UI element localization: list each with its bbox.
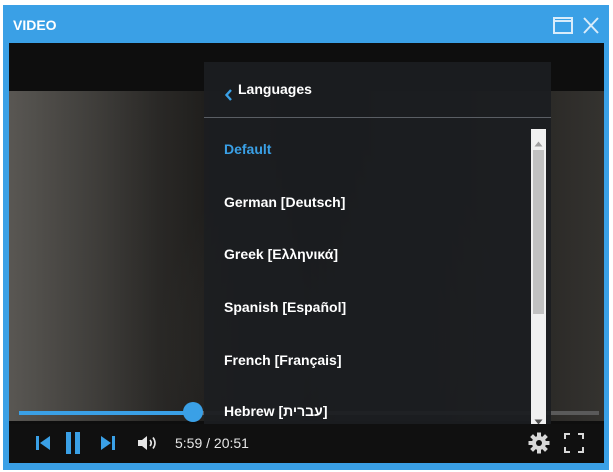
scroll-down-icon[interactable] — [534, 412, 543, 424]
language-item-default[interactable]: Default — [224, 141, 271, 157]
control-bar: 5:59 / 20:51 — [9, 424, 604, 463]
skip-forward-icon[interactable] — [100, 434, 116, 457]
volume-icon[interactable] — [137, 434, 161, 457]
fullscreen-icon[interactable] — [564, 433, 584, 458]
language-item-french[interactable]: French [Français] — [224, 352, 341, 368]
skip-back-icon[interactable] — [35, 434, 51, 457]
close-icon[interactable] — [581, 17, 601, 40]
window-title: VIDEO — [13, 17, 57, 33]
video-player[interactable]: 5:59 / 20:51 Languages Default German [D… — [9, 43, 604, 463]
menu-header-label: Languages — [238, 81, 312, 97]
progress-fill — [19, 411, 193, 415]
menu-scrollbar[interactable] — [531, 129, 546, 424]
language-item-hebrew[interactable]: Hebrew [עברית] — [224, 403, 327, 419]
language-item-spanish[interactable]: Spanish [Español] — [224, 299, 346, 315]
scroll-thumb[interactable] — [533, 150, 544, 314]
title-bar[interactable]: VIDEO — [3, 5, 609, 43]
language-menu: Languages Default German [Deutsch] Greek… — [204, 62, 551, 424]
language-item-german[interactable]: German [Deutsch] — [224, 194, 345, 210]
video-window: VIDEO 5:59 / 20:51 Languages Default Ger… — [3, 5, 609, 470]
time-display: 5:59 / 20:51 — [175, 435, 249, 451]
menu-back-button[interactable]: Languages — [204, 62, 551, 118]
maximize-icon[interactable] — [553, 17, 573, 40]
gear-icon[interactable] — [528, 432, 550, 459]
chevron-left-icon[interactable] — [224, 88, 233, 106]
pause-icon[interactable] — [65, 431, 81, 460]
progress-handle[interactable] — [183, 402, 203, 422]
language-item-greek[interactable]: Greek [Ελληνικά] — [224, 246, 338, 262]
